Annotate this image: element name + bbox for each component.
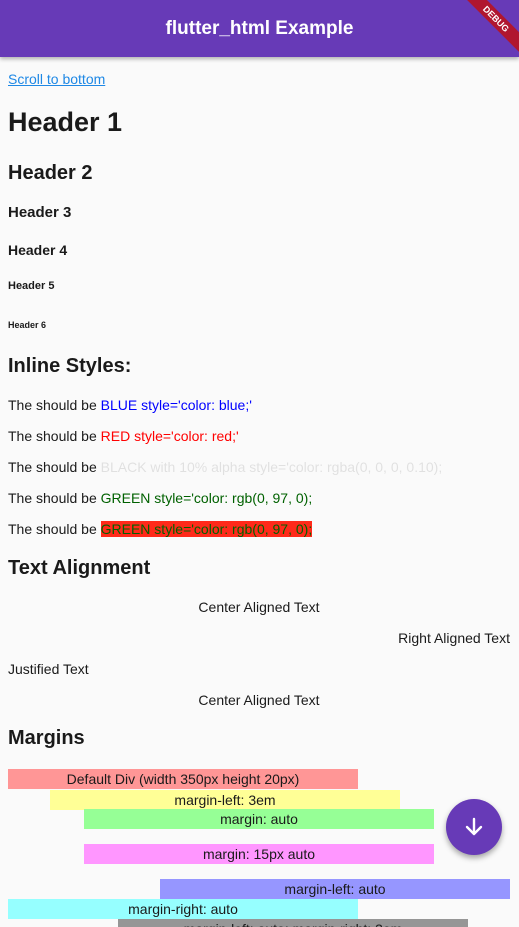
margin-box-left-3em: margin-left: 3em (50, 790, 400, 810)
right-aligned-text: Right Aligned Text (398, 630, 510, 646)
header-6: Header 6 (8, 320, 47, 330)
header-4: Header 4 (8, 242, 68, 258)
center-aligned-text: Center Aligned Text (198, 599, 320, 615)
text-alignment-heading: Text Alignment (8, 557, 151, 579)
header-3: Header 3 (8, 204, 72, 221)
line-prefix: The should be (8, 428, 97, 444)
line-prefix: The should be (8, 490, 97, 506)
justified-text: Justified Text (8, 661, 89, 677)
arrow-down-icon (465, 817, 483, 836)
inline-style-line: The should be GREEN style='color: rgb(0,… (8, 521, 313, 537)
app-bar-title: flutter_html Example (165, 17, 354, 39)
inline-style-line: The should be BLACK with 10% alpha style… (8, 459, 442, 475)
inline-style-line: The should be BLUE style='color: blue;' (8, 397, 252, 413)
styled-text-faint-black: BLACK with 10% alpha style='color: rgba(… (100, 459, 443, 475)
margins-heading: Margins (8, 727, 85, 749)
margin-box-right-auto: margin-right: auto (8, 899, 358, 919)
center-aligned-text: Center Aligned Text (198, 692, 320, 708)
styled-text-blue: BLUE style='color: blue;' (100, 397, 252, 413)
scroll-down-fab[interactable] (446, 799, 502, 855)
line-prefix: The should be (8, 459, 97, 475)
scroll-to-bottom-link[interactable]: Scroll to bottom (8, 71, 105, 87)
margin-box-default: Default Div (width 350px height 20px) (8, 769, 358, 789)
inline-styles-heading: Inline Styles: (8, 355, 132, 377)
styled-text-green: GREEN style='color: rgb(0, 97, 0); (100, 490, 313, 506)
margin-box-left-auto: margin-left: auto (160, 879, 510, 899)
styled-text-red: RED style='color: red;' (100, 428, 239, 444)
html-content[interactable]: Scroll to bottom Header 1 Header 2 Heade… (0, 57, 519, 927)
margin-box-auto: margin: auto (84, 809, 434, 829)
header-5: Header 5 (8, 280, 55, 292)
styled-text-green-on-red: GREEN style='color: rgb(0, 97, 0); (100, 521, 313, 537)
header-2: Header 2 (8, 162, 93, 184)
line-prefix: The should be (8, 521, 97, 537)
margin-box-15px-auto: margin: 15px auto (84, 844, 434, 864)
header-1: Header 1 (8, 107, 123, 137)
debug-banner: DEBUG (459, 0, 519, 56)
inline-style-line: The should be GREEN style='color: rgb(0,… (8, 490, 312, 506)
line-prefix: The should be (8, 397, 97, 413)
margin-box-left-auto-right-3em: margin-left: auto; margin-right: 3em (118, 919, 468, 927)
inline-style-line: The should be RED style='color: red;' (8, 428, 239, 444)
app-bar: flutter_html Example DEBUG (0, 0, 519, 57)
